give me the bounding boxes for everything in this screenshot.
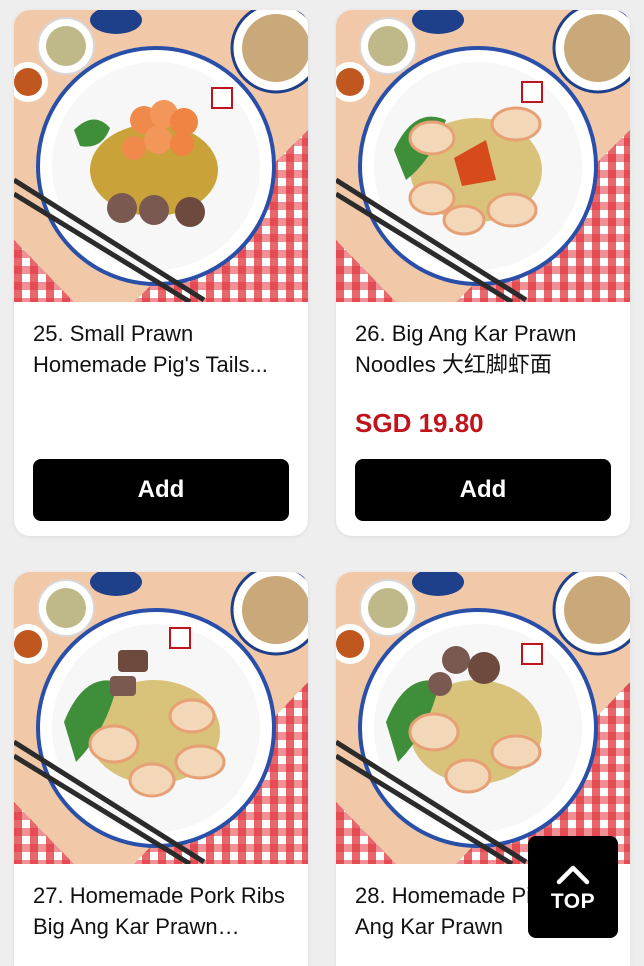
add-button[interactable]: Add — [355, 459, 611, 521]
product-image[interactable] — [336, 10, 630, 302]
product-card[interactable]: 26. Big Ang Kar Prawn Noodles 大红脚虾面 SGD … — [336, 10, 630, 536]
prawn-noodles-photo — [336, 572, 630, 864]
prawn-noodles-photo — [14, 10, 308, 302]
scroll-to-top-label: TOP — [550, 890, 596, 913]
prawn-noodles-photo — [336, 10, 630, 302]
add-button[interactable]: Add — [33, 459, 289, 521]
prawn-noodles-photo — [14, 572, 308, 864]
product-image[interactable] — [14, 572, 308, 864]
product-title[interactable]: 26. Big Ang Kar Prawn Noodles 大红脚虾面 — [355, 318, 611, 380]
product-image[interactable] — [336, 572, 630, 864]
product-grid: 25. Small Prawn Homemade Pig's Tails... … — [0, 0, 644, 966]
chevron-up-icon — [556, 865, 590, 885]
product-title[interactable]: 27. Homemade Pork Ribs Big Ang Kar Prawn… — [33, 880, 289, 942]
product-card[interactable]: 25. Small Prawn Homemade Pig's Tails... … — [14, 10, 308, 536]
scroll-to-top-button[interactable]: TOP — [528, 836, 618, 938]
product-card[interactable]: 27. Homemade Pork Ribs Big Ang Kar Prawn… — [14, 572, 308, 966]
product-image[interactable] — [14, 10, 308, 302]
product-title-text: 27. Homemade Pork Ribs Big Ang Kar Prawn… — [33, 883, 285, 939]
product-title-text: 25. Small Prawn Homemade Pig's Tails... — [33, 321, 268, 377]
product-price: SGD 19.80 — [355, 408, 484, 438]
product-title[interactable]: 25. Small Prawn Homemade Pig's Tails... — [33, 318, 289, 380]
product-title-text: 26. Big Ang Kar Prawn Noodles 大红脚虾面 — [355, 321, 577, 377]
